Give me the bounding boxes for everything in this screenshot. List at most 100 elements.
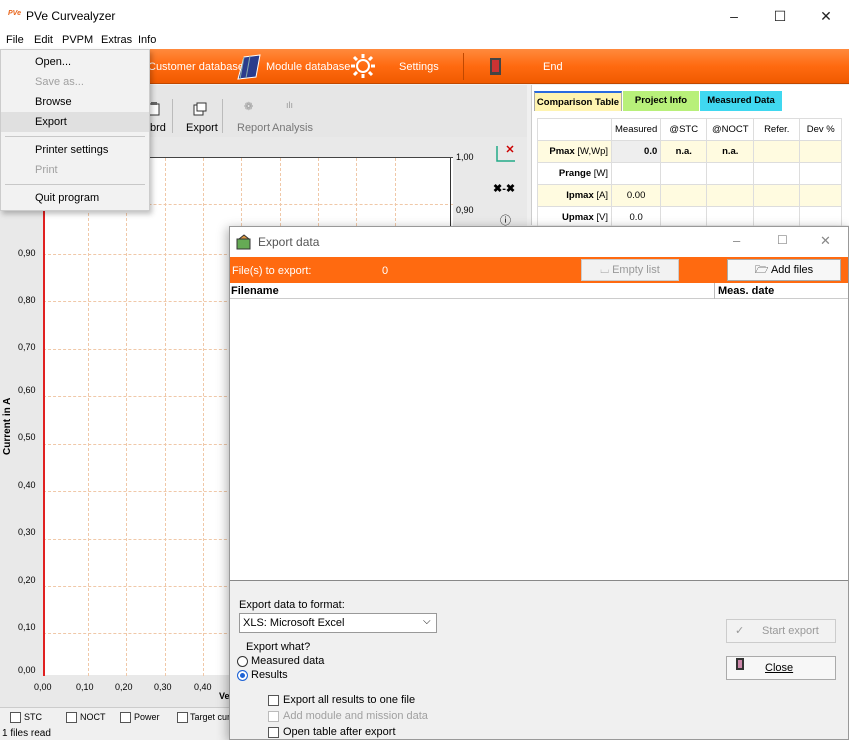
export-toolbar-button[interactable]: Export: [186, 122, 218, 134]
table-header: @STC: [660, 118, 708, 141]
dialog-close-button[interactable]: ✕: [820, 233, 831, 249]
dialog-minimize-button[interactable]: –: [733, 233, 740, 248]
exit-door-icon: [735, 657, 745, 679]
row-unit: [W]: [593, 168, 608, 179]
files-to-export-label: File(s) to export:: [232, 265, 312, 277]
menu-item-quit[interactable]: Quit program: [1, 188, 149, 208]
window-title: PVe Curvealyzer: [26, 9, 116, 23]
target-curve-label: Target curv: [190, 712, 230, 722]
analysis-button[interactable]: Analysis: [272, 122, 313, 134]
x-tick: 0,00: [34, 682, 52, 692]
folder-open-icon: 🗁: [754, 264, 771, 276]
empty-list-icon: ⌴: [600, 264, 613, 276]
measured-data-radio[interactable]: [237, 656, 248, 667]
table-header: Dev %: [799, 118, 843, 141]
format-select[interactable]: XLS: Microsoft Excel ⌵: [239, 613, 437, 633]
dialog-title: Export data: [258, 235, 320, 249]
settings-button[interactable]: Settings: [399, 61, 439, 73]
tab-comparison-table[interactable]: Comparison Table: [534, 91, 622, 111]
target-curve-checkbox[interactable]: [177, 712, 188, 723]
minimize-button[interactable]: –: [711, 0, 757, 32]
files-count: 0: [382, 265, 389, 277]
measured-data-label: Measured data: [251, 655, 325, 667]
app-logo: PVe: [8, 10, 21, 17]
table-row: Ipmax [A] 0.00: [537, 184, 843, 207]
table-header-row: Measured @STC @NOCT Refer. Dev %: [537, 118, 843, 141]
tab-measured-data[interactable]: Measured Data: [700, 91, 782, 111]
clipboard-button[interactable]: brd: [150, 122, 166, 134]
open-table-checkbox[interactable]: [268, 727, 279, 738]
y-tick: 0,50: [18, 432, 36, 442]
files-bar: File(s) to export: 0 ⌴ Empty list 🗁 Add …: [230, 257, 848, 283]
stc-label: STC: [24, 712, 42, 722]
menu-item-browse[interactable]: Browse: [1, 92, 149, 112]
toolbar-separator: [463, 53, 464, 80]
results-radio[interactable]: [237, 670, 248, 681]
add-module-data-checkbox: [268, 711, 279, 722]
table-cell: [610, 162, 662, 185]
table-header: Refer.: [753, 118, 801, 141]
menu-item-print: Print: [35, 164, 58, 176]
end-door-icon: [488, 57, 504, 80]
close-window-button[interactable]: ✕: [803, 0, 849, 32]
x-tick: 0,20: [115, 682, 133, 692]
customer-database-button[interactable]: Customer database: [148, 61, 244, 73]
menu-item-export[interactable]: Export: [1, 112, 149, 132]
menu-item-save-as: Save as...: [35, 76, 84, 88]
module-database-icon: [234, 53, 262, 84]
y-tick: 0,10: [18, 622, 36, 632]
table-cell: n.a.: [706, 140, 755, 163]
menu-separator: [5, 136, 145, 137]
row-label: Pmax: [549, 146, 575, 157]
y-axis-label: Current in A: [2, 397, 13, 455]
format-value: XLS: Microsoft Excel: [243, 617, 345, 629]
noct-checkbox[interactable]: [66, 712, 77, 723]
menu-extras[interactable]: Extras: [101, 34, 132, 46]
menu-info[interactable]: Info: [138, 34, 156, 46]
x-axis-label: Ve: [219, 691, 230, 701]
menu-pvpm[interactable]: PVPM: [62, 34, 93, 46]
y-tick: 0,80: [18, 295, 36, 305]
report-button[interactable]: Report: [237, 122, 270, 134]
file-list[interactable]: Filename Meas. date: [230, 283, 848, 581]
export-one-file-checkbox[interactable]: [268, 695, 279, 706]
right-y-tick: 1,00: [456, 152, 474, 162]
power-checkbox[interactable]: [120, 712, 131, 723]
menu-edit[interactable]: Edit: [34, 34, 53, 46]
menu-item-printer-settings[interactable]: Printer settings: [1, 140, 149, 160]
menu-bar: File Edit PVPM Extras Info: [0, 32, 849, 49]
table-row: Prange [W]: [537, 162, 843, 185]
settings-gear-icon: [350, 53, 376, 82]
menu-file[interactable]: File: [6, 34, 24, 46]
cursor-tool-icon[interactable]: ✖-✖: [493, 182, 515, 195]
x-tick: 0,30: [154, 682, 172, 692]
results-label: Results: [251, 669, 288, 681]
y-tick: 0,60: [18, 385, 36, 395]
table-cell: 0.0: [610, 140, 662, 163]
tab-project-info[interactable]: Project Info: [623, 91, 699, 111]
stc-checkbox[interactable]: [10, 712, 21, 723]
table-header: [537, 118, 612, 141]
y-tick: 0,00: [18, 665, 36, 675]
menu-item-open[interactable]: Open...: [1, 52, 149, 72]
end-button[interactable]: End: [543, 61, 563, 73]
axis-tool-icon[interactable]: [495, 143, 517, 166]
y-tick: 0,30: [18, 527, 36, 537]
report-icon: ❁: [244, 101, 254, 113]
x-tick: 0,40: [194, 682, 212, 692]
column-filename[interactable]: Filename: [231, 285, 279, 297]
comparison-table: Measured @STC @NOCT Refer. Dev % Pmax [W…: [537, 118, 843, 229]
chevron-down-icon: ⌵: [423, 616, 431, 627]
close-button[interactable]: Close: [726, 656, 836, 680]
dialog-maximize-button[interactable]: ☐: [777, 233, 788, 247]
column-meas-date[interactable]: Meas. date: [718, 285, 774, 297]
module-database-button[interactable]: Module database: [266, 61, 350, 73]
add-files-button[interactable]: 🗁 Add files: [727, 259, 841, 281]
y-axis-line: [43, 158, 45, 676]
right-y-tick: 0,90: [456, 205, 474, 215]
table-cell: n.a.: [660, 140, 708, 163]
y-tick: 0,70: [18, 342, 36, 352]
export-icon: [193, 102, 207, 119]
menu-separator: [5, 184, 145, 185]
maximize-button[interactable]: ☐: [757, 0, 803, 32]
